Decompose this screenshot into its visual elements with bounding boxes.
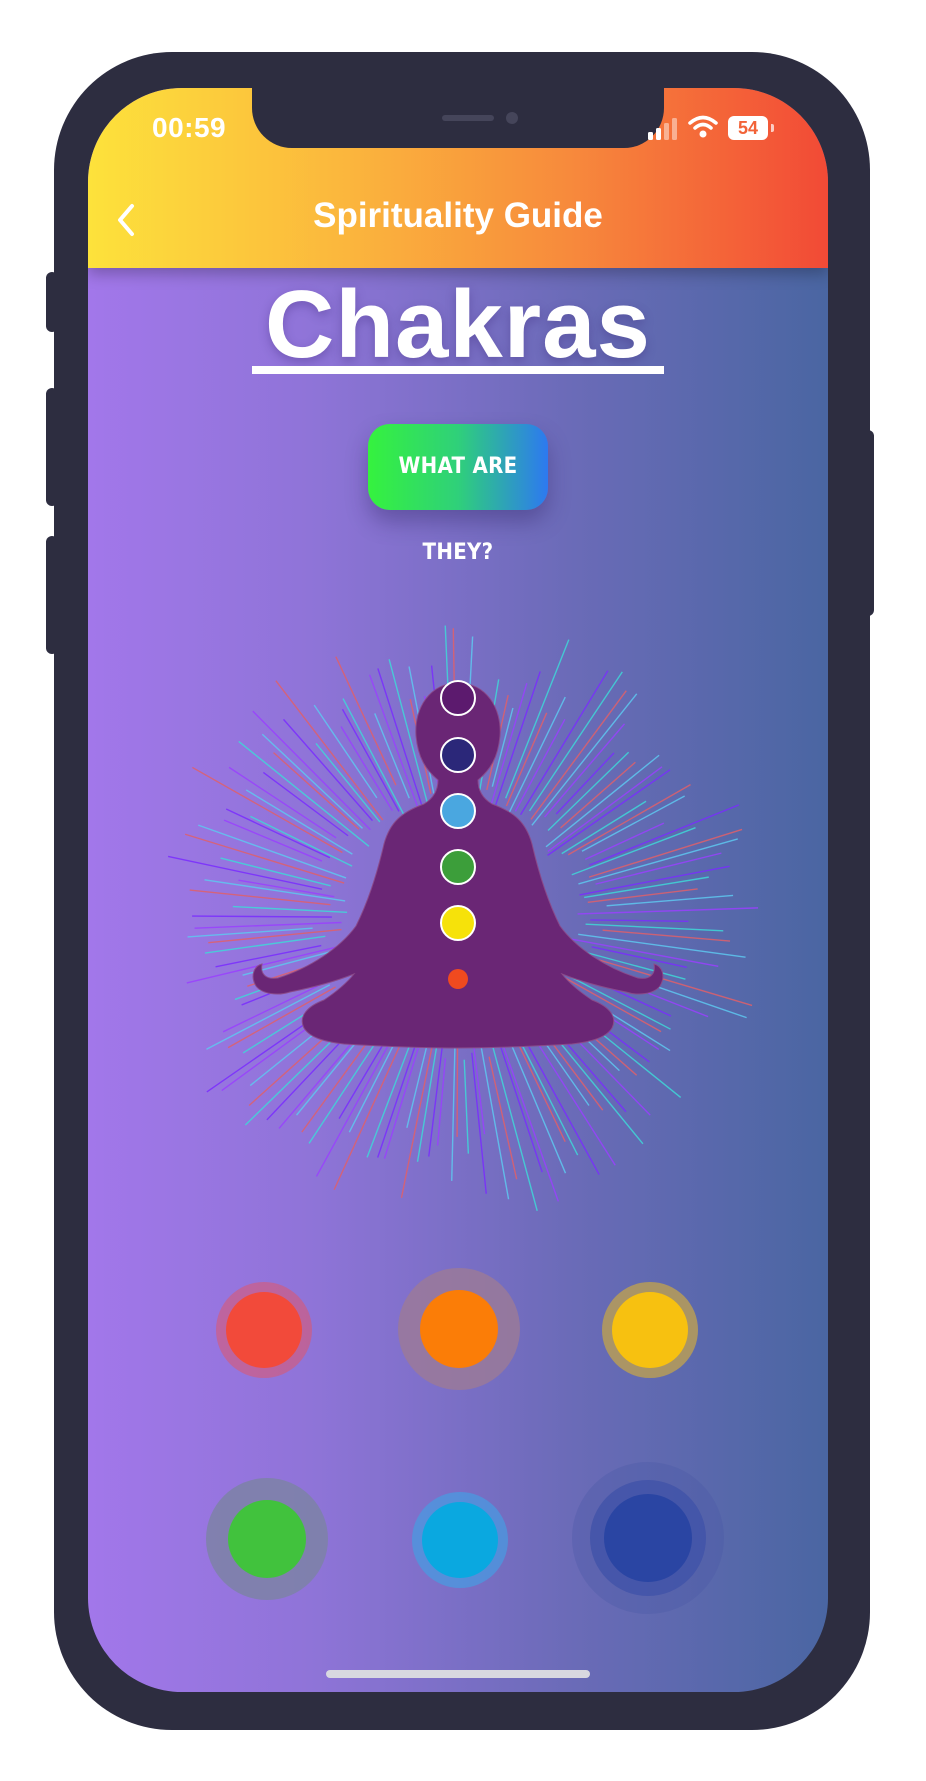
- figure-solar-plexus-point: [440, 905, 476, 941]
- aura-ray: [313, 704, 378, 799]
- status-time: 00:59: [152, 112, 227, 143]
- aura-ray: [342, 698, 408, 821]
- aura-ray: [606, 894, 734, 907]
- aura-ray: [197, 824, 347, 879]
- speaker-grille: [442, 115, 494, 121]
- battery-indicator: 54: [728, 116, 768, 140]
- throat-chakra-button[interactable]: [422, 1502, 498, 1578]
- aura-ray: [400, 1034, 436, 1199]
- aura-ray: [579, 865, 730, 896]
- figure-crown-point: [440, 680, 476, 716]
- aura-ray: [204, 935, 326, 954]
- figure-heart-point: [440, 849, 476, 885]
- app-header: 00:59 54 Spirituality Guide: [88, 88, 828, 268]
- aura-ray: [577, 907, 758, 915]
- aura-ray: [184, 833, 345, 884]
- aura-ray: [584, 876, 709, 899]
- heart-chakra-button[interactable]: [228, 1500, 306, 1578]
- aura-ray: [585, 923, 724, 932]
- cellular-signal-icon: [648, 118, 677, 140]
- device-notch: [252, 88, 664, 148]
- aura-ray: [514, 718, 566, 812]
- sacral-chakra-button[interactable]: [420, 1290, 498, 1368]
- aura-ray: [505, 639, 570, 799]
- aura-ray: [192, 915, 332, 918]
- battery-tip: [771, 124, 774, 132]
- figure-throat-point: [440, 793, 476, 829]
- aura-ray: [194, 921, 342, 929]
- aura-ray: [377, 1037, 419, 1158]
- aura-ray: [578, 933, 746, 958]
- figure-root-point: [448, 969, 468, 989]
- phone-frame: 00:59 54 Spirituality Guide Chakras WHAT…: [54, 52, 870, 1730]
- figure-third-eye-point: [440, 737, 476, 773]
- page-title: Spirituality Guide: [313, 196, 603, 235]
- aura-ray: [232, 905, 348, 914]
- solar-plexus-chakra-button[interactable]: [612, 1292, 688, 1368]
- aura-ray: [374, 713, 410, 799]
- third-eye-chakra-button[interactable]: [604, 1494, 692, 1582]
- aura-ray: [192, 766, 343, 854]
- chakras-heading: Chakras: [265, 271, 651, 378]
- aura-ray: [602, 929, 731, 942]
- aura-ray: [208, 928, 342, 944]
- heading-underline: [252, 366, 664, 374]
- aura-ray: [517, 1036, 579, 1156]
- aura-ray: [494, 671, 541, 807]
- aura-ray: [578, 838, 738, 885]
- app-screen: 00:59 54 Spirituality Guide Chakras WHAT…: [88, 88, 828, 1692]
- home-indicator[interactable]: [326, 1670, 590, 1678]
- aura-ray: [204, 879, 346, 902]
- aura-ray: [451, 1026, 457, 1181]
- aura-ray: [567, 783, 691, 856]
- what-are-they-button[interactable]: WHAT ARE THEY?: [368, 424, 548, 565]
- aura-ray: [463, 1059, 470, 1154]
- front-camera: [506, 112, 518, 124]
- meditation-figure: [167, 625, 758, 1212]
- aura-ray: [471, 1052, 487, 1194]
- wifi-icon: [688, 115, 718, 138]
- aura-ray: [590, 919, 689, 923]
- root-chakra-button[interactable]: [226, 1292, 302, 1368]
- aura-ray: [282, 718, 374, 822]
- aura-ray: [187, 927, 313, 938]
